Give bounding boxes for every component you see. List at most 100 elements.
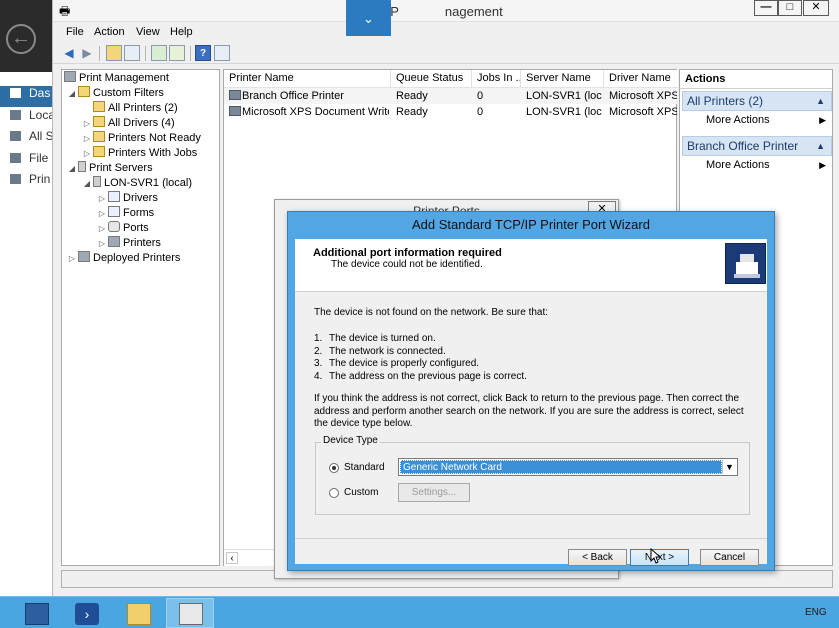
back-arrow-icon[interactable]: ◀ bbox=[61, 45, 77, 61]
collapse-up-icon[interactable]: ▲ bbox=[816, 92, 825, 110]
language-indicator[interactable]: ENG bbox=[805, 607, 827, 618]
collapsed-arrow-icon[interactable]: ▷ bbox=[96, 191, 108, 206]
tree-node-custom-filters[interactable]: ◢ Custom Filters bbox=[66, 86, 164, 101]
expanded-arrow-icon[interactable]: ◢ bbox=[66, 86, 78, 101]
taskbar-powershell[interactable]: › bbox=[62, 598, 110, 628]
tcpip-port-wizard: Add Standard TCP/IP Printer Port Wizard … bbox=[287, 211, 775, 571]
tree-node-printers[interactable]: ▷ Printers bbox=[96, 236, 161, 251]
server-manager-background: ← Das Loca All S File Prin bbox=[0, 0, 52, 596]
filter-icon bbox=[78, 86, 90, 97]
collapsed-arrow-icon[interactable]: ▷ bbox=[96, 236, 108, 251]
collapse-up-icon[interactable]: ▲ bbox=[816, 137, 825, 155]
wizard-instructions: If you think the address is not correct,… bbox=[314, 393, 744, 429]
expanded-arrow-icon[interactable]: ◢ bbox=[66, 161, 78, 176]
forward-arrow-icon[interactable]: ▶ bbox=[79, 45, 95, 61]
nav-print-services[interactable]: Prin bbox=[0, 172, 52, 193]
tree-node-drivers[interactable]: ▷ Drivers bbox=[96, 191, 158, 206]
toolbar: ◀ ▶ ? bbox=[53, 42, 839, 64]
nav-local-server[interactable]: Loca bbox=[0, 108, 52, 129]
wizard-title: Add Standard TCP/IP Printer Port Wizard bbox=[412, 217, 650, 232]
nav-all-servers[interactable]: All S bbox=[0, 129, 52, 150]
column-header-driver-name[interactable]: Driver Name bbox=[604, 70, 678, 87]
tree-node-deployed-printers[interactable]: ▷ Deployed Printers bbox=[66, 251, 180, 266]
tree-node-printers-not-ready[interactable]: ▷ Printers Not Ready bbox=[81, 131, 201, 146]
refresh-icon[interactable] bbox=[151, 45, 167, 61]
device-type-label: Device Type bbox=[321, 435, 380, 446]
menu-file[interactable]: File bbox=[66, 26, 84, 38]
tree-node-printers-with-jobs[interactable]: ▷ Printers With Jobs bbox=[81, 146, 197, 161]
taskbar-file-explorer[interactable] bbox=[114, 598, 162, 628]
tree-node-ports[interactable]: ▷ Ports bbox=[96, 221, 149, 236]
show-hide-tree-icon[interactable] bbox=[124, 45, 140, 61]
custom-radio[interactable] bbox=[329, 488, 339, 498]
back-circle-icon[interactable]: ← bbox=[6, 24, 36, 54]
taskbar-server-manager[interactable] bbox=[12, 598, 60, 628]
scroll-left-icon[interactable]: ‹ bbox=[226, 552, 238, 564]
table-row[interactable]: Branch Office Printer Ready 0 LON-SVR1 (… bbox=[224, 88, 678, 104]
close-button[interactable]: ✕ bbox=[803, 0, 829, 16]
column-header-queue-status[interactable]: Queue Status bbox=[391, 70, 472, 87]
nav-file-services[interactable]: File bbox=[0, 151, 52, 172]
tree-node-print-management[interactable]: Print Management bbox=[64, 71, 169, 86]
collapsed-arrow-icon[interactable]: ▷ bbox=[81, 146, 93, 161]
collapsed-arrow-icon[interactable]: ▷ bbox=[66, 251, 78, 266]
window-title-bar[interactable]: 🖶 Pnagement — □ ✕ bbox=[53, 0, 839, 22]
collapsed-arrow-icon[interactable]: ▷ bbox=[81, 116, 93, 131]
nav-label: Prin bbox=[29, 172, 51, 186]
tree-node-lon-svr1[interactable]: ◢ LON-SVR1 (local) bbox=[81, 176, 192, 191]
tree-label: Print Servers bbox=[89, 162, 153, 174]
action-more-actions[interactable]: More Actions ▶ bbox=[706, 157, 826, 173]
menu-view[interactable]: View bbox=[136, 26, 160, 38]
printer-icon bbox=[10, 174, 21, 184]
dropdown-arrow-icon[interactable]: ▼ bbox=[722, 460, 736, 474]
standard-label[interactable]: Standard bbox=[344, 462, 385, 473]
scroll-down-tab[interactable]: ⌄ bbox=[346, 0, 391, 36]
help-icon[interactable]: ? bbox=[195, 45, 211, 61]
settings-button[interactable]: Settings... bbox=[398, 483, 470, 502]
mouse-cursor-icon bbox=[650, 548, 662, 564]
tree-label: Printers bbox=[123, 237, 161, 249]
properties-icon[interactable] bbox=[214, 45, 230, 61]
tree-label: Ports bbox=[123, 222, 149, 234]
column-header-jobs-in-queue[interactable]: Jobs In ... bbox=[472, 70, 521, 87]
actions-section-branch-office-printer[interactable]: Branch Office Printer ▲ bbox=[682, 136, 832, 156]
tree-label: Custom Filters bbox=[93, 87, 164, 99]
tree-node-all-printers[interactable]: All Printers (2) bbox=[93, 101, 178, 116]
printer-icon bbox=[229, 106, 241, 116]
collapsed-arrow-icon[interactable]: ▷ bbox=[96, 221, 108, 236]
cell-printer-name: Microsoft XPS Document Writer bbox=[242, 106, 389, 118]
actions-title: Actions bbox=[680, 70, 832, 89]
tree-label: Deployed Printers bbox=[93, 252, 181, 264]
tree-node-all-drivers[interactable]: ▷ All Drivers (4) bbox=[81, 116, 175, 131]
folder-icon bbox=[127, 603, 151, 625]
table-row[interactable]: Microsoft XPS Document Writer Ready 0 LO… bbox=[224, 104, 678, 120]
up-folder-icon[interactable] bbox=[106, 45, 122, 61]
printer-icon bbox=[179, 603, 203, 625]
column-header-server-name[interactable]: Server Name bbox=[521, 70, 604, 87]
nav-dashboard[interactable]: Das bbox=[0, 86, 52, 107]
minimize-button[interactable]: — bbox=[754, 0, 778, 16]
column-header-printer-name[interactable]: Printer Name bbox=[224, 70, 391, 87]
tree-node-forms[interactable]: ▷ Forms bbox=[96, 206, 154, 221]
cancel-button[interactable]: Cancel bbox=[700, 549, 759, 566]
tree-label: All Printers (2) bbox=[108, 102, 178, 114]
custom-label[interactable]: Custom bbox=[344, 487, 378, 498]
tree-node-print-servers[interactable]: ◢ Print Servers bbox=[66, 161, 153, 176]
printer-icon bbox=[78, 251, 90, 262]
collapsed-arrow-icon[interactable]: ▷ bbox=[96, 206, 108, 221]
menu-help[interactable]: Help bbox=[170, 26, 193, 38]
chevron-down-icon: ⌄ bbox=[363, 11, 374, 26]
collapsed-arrow-icon[interactable]: ▷ bbox=[81, 131, 93, 146]
cell-jobs: 0 bbox=[477, 90, 484, 102]
standard-radio[interactable] bbox=[329, 463, 339, 473]
standard-device-select[interactable]: Generic Network Card ▼ bbox=[398, 458, 738, 476]
back-button[interactable]: < Back bbox=[568, 549, 627, 566]
menu-action[interactable]: Action bbox=[94, 26, 125, 38]
export-list-icon[interactable] bbox=[169, 45, 185, 61]
maximize-button[interactable]: □ bbox=[778, 0, 802, 16]
expanded-arrow-icon[interactable]: ◢ bbox=[81, 176, 93, 191]
actions-section-all-printers[interactable]: All Printers (2) ▲ bbox=[682, 91, 832, 111]
action-more-actions[interactable]: More Actions ▶ bbox=[706, 112, 826, 128]
taskbar-print-management[interactable] bbox=[166, 598, 214, 628]
console-tree: Print Management ◢ Custom Filters All Pri… bbox=[61, 69, 220, 566]
